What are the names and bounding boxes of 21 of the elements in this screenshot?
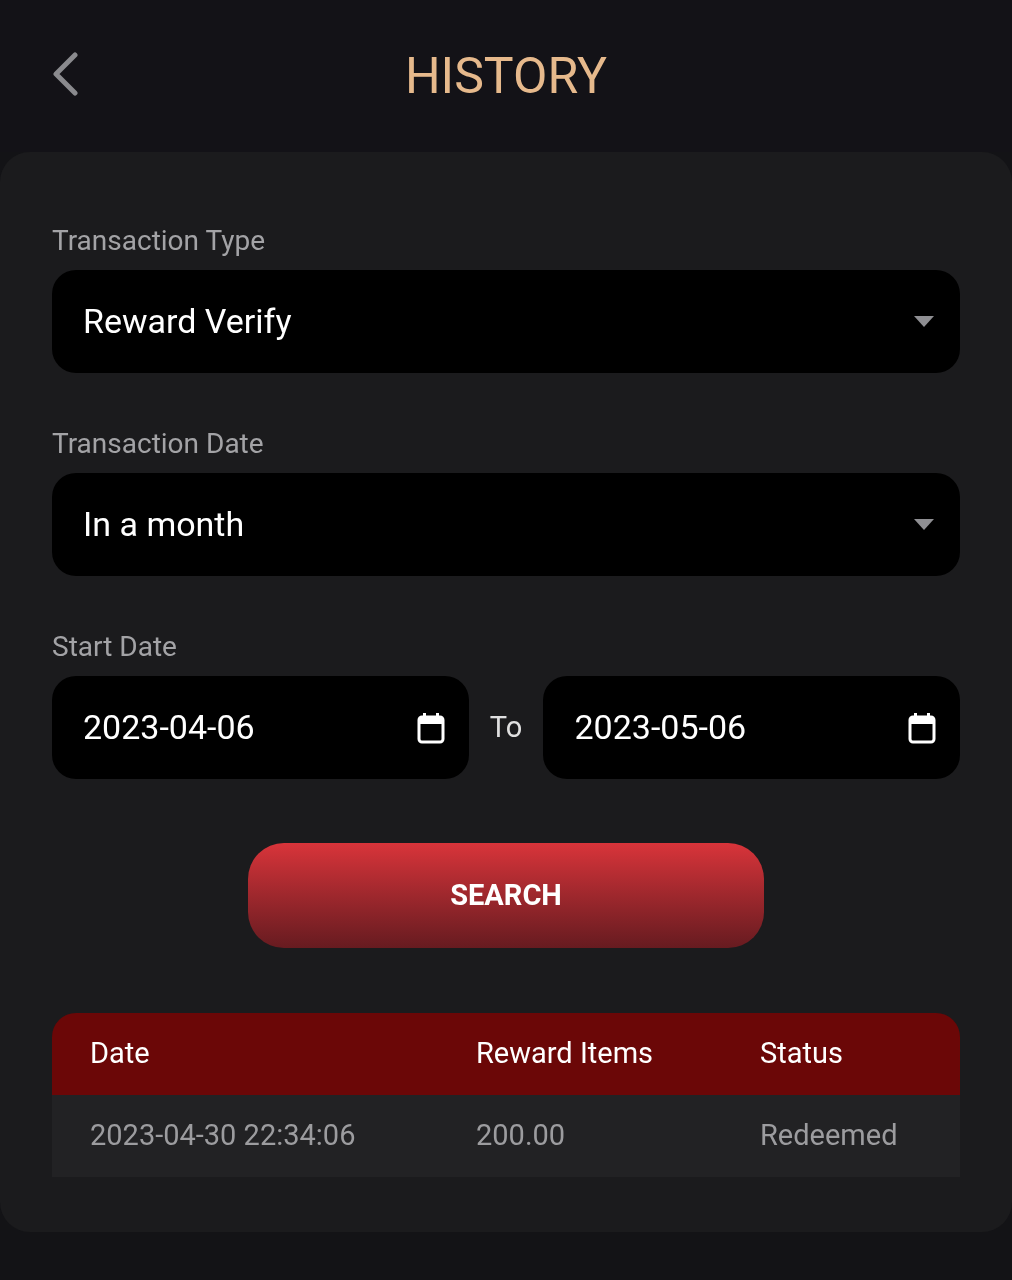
- date-field[interactable]: 2023-04-06: [52, 676, 469, 779]
- page-title: HISTORY: [404, 51, 608, 101]
- field-label: Transaction Type: [52, 224, 266, 258]
- back-icon: [51, 52, 79, 96]
- date-field[interactable]: 2023-05-06: [543, 676, 960, 779]
- dropdown-caret-icon: [914, 316, 934, 327]
- column-header: Date: [90, 1035, 151, 1073]
- field-label: Start Date: [52, 630, 178, 664]
- calendar-icon: [416, 711, 445, 744]
- search-button[interactable]: SEARCH: [248, 843, 764, 948]
- range-separator: To: [488, 708, 524, 746]
- calendar-icon: [908, 711, 936, 744]
- dropdown-field[interactable]: Reward Verify: [52, 270, 960, 373]
- table-cell-text: 2023-04-30 22:34:06: [90, 1117, 357, 1155]
- table-cell-text: 200.00: [476, 1117, 567, 1155]
- dropdown-field[interactable]: In a month: [52, 473, 960, 576]
- column-header: Reward Items: [476, 1035, 655, 1073]
- column-header: Status: [760, 1035, 844, 1073]
- dropdown-caret-icon: [914, 519, 934, 530]
- field-label: Transaction Date: [52, 427, 265, 461]
- table-cell-text: Redeemed: [760, 1117, 899, 1155]
